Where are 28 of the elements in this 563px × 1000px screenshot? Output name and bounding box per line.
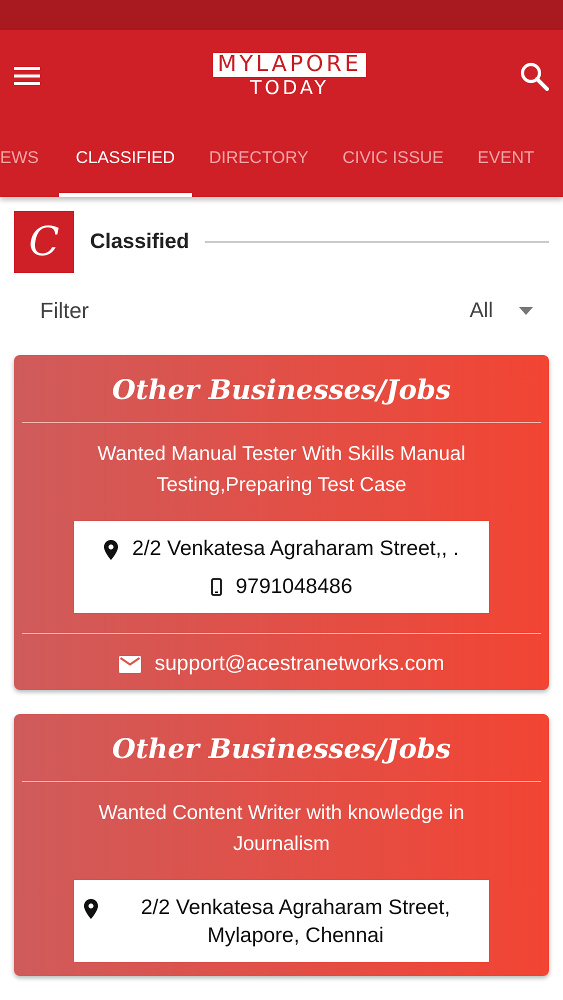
location-pin-icon xyxy=(104,540,118,560)
logo-subtitle: TODAY xyxy=(250,77,329,99)
phone-icon xyxy=(210,578,222,596)
location-pin-icon xyxy=(84,899,98,919)
phone-number[interactable]: 9791048486 xyxy=(236,573,352,601)
listing-category: Other Businesses/Jobs xyxy=(111,374,452,408)
tab[interactable]: CLASSIFIED xyxy=(58,122,192,197)
listing-description: Wanted Content Writer with knowledge in Journalism xyxy=(98,801,466,857)
logo-title: MYLAPORE xyxy=(213,53,366,77)
tab[interactable]: EVENT xyxy=(460,122,552,197)
address-text: 2/2 Venkatesa Agraharam Street,, . xyxy=(132,536,459,562)
listing-category: Other Businesses/Jobs xyxy=(111,733,452,767)
listing-card[interactable]: Other Businesses/Jobs Wanted Content Writer with knowledge in Journalism 2/2 Venkatesa Agraharam Street, Mylapore, Chennai xyxy=(14,714,549,976)
section-badge: C xyxy=(14,211,74,273)
filter-label: Filter xyxy=(40,298,89,324)
address-text: 2/2 Venkatesa Agraharam Street, Mylapore, Chennai xyxy=(140,895,452,949)
tab[interactable]: CIVIC ISSUE xyxy=(325,122,461,197)
menu-icon[interactable] xyxy=(14,66,40,86)
listing-card[interactable]: Other Businesses/Jobs Wanted Manual Tester With Skills Manual Testing,Preparing Test Case 2/2 Venkatesa Agraharam Street,, . 9791048486 support@acestranetworks.com xyxy=(14,355,549,690)
filter-dropdown[interactable]: All xyxy=(470,299,533,323)
listing-description: Wanted Manual Tester With Skills Manual Testing,Preparing Test Case xyxy=(96,442,466,498)
email-link[interactable]: support@acestranetworks.com xyxy=(154,652,444,676)
tab[interactable]: EWS xyxy=(0,122,59,197)
search-icon[interactable] xyxy=(518,61,549,91)
tab[interactable]: DIRECTORY xyxy=(192,122,326,197)
mail-icon xyxy=(118,656,141,672)
section-title: Classified xyxy=(90,230,190,254)
caret-icon xyxy=(519,307,533,315)
